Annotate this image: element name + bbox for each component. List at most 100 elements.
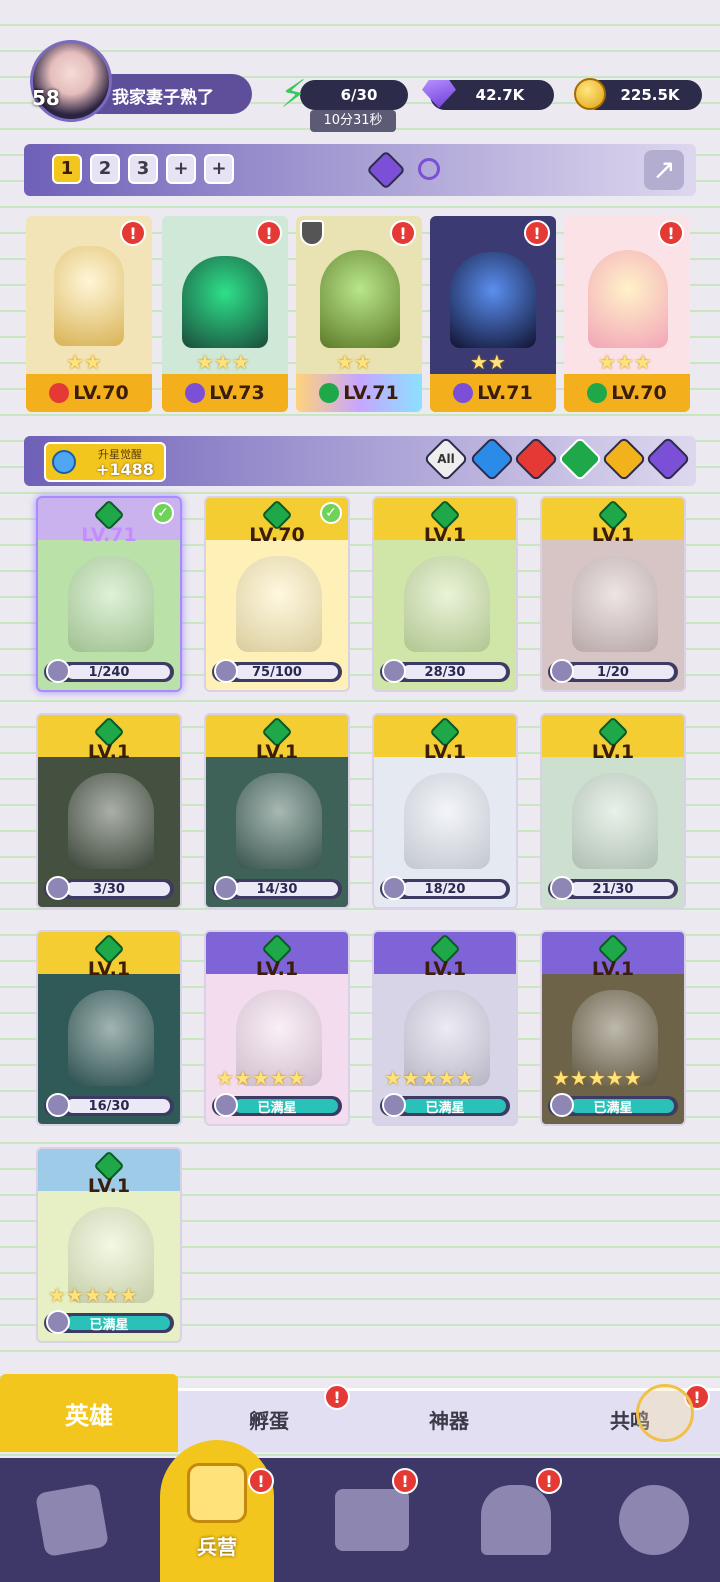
progress-text: 已满星 xyxy=(257,1100,297,1116)
hero-card[interactable]: LV.1 28/30 xyxy=(372,496,518,692)
hero-shard-progress: 16/30 xyxy=(44,1093,174,1117)
hero-stars: ★★★★★ xyxy=(552,1066,642,1090)
upgrade-awaken-button[interactable]: 升星觉醒 +1488 xyxy=(44,442,166,482)
team-hero-level: LV.71 xyxy=(430,374,556,412)
hero-portrait xyxy=(68,773,154,869)
hero-portrait xyxy=(404,773,490,869)
team-tab-1[interactable]: 1 xyxy=(52,154,82,184)
team-hero-card[interactable]: ! ★★ LV.71 xyxy=(430,216,556,412)
hero-portrait xyxy=(320,250,400,348)
gems-counter[interactable]: 42.7K xyxy=(422,80,554,110)
tab-artifacts[interactable]: 神器 xyxy=(360,1388,538,1450)
check-icon: ✓ xyxy=(152,502,174,524)
hero-shard-progress: 已满星 xyxy=(380,1093,510,1117)
shop-icon xyxy=(481,1485,551,1555)
shard-icon xyxy=(46,1093,70,1117)
nav-cards[interactable] xyxy=(0,1458,144,1582)
alert-badge: ! xyxy=(324,1384,350,1410)
hero-portrait xyxy=(572,773,658,869)
share-icon[interactable]: ↗ xyxy=(644,150,684,190)
team-hero-card[interactable]: ! ★★★ LV.70 xyxy=(564,216,690,412)
cards-icon xyxy=(34,1482,110,1558)
alert-badge: ! xyxy=(658,220,684,246)
alert-badge: ! xyxy=(256,220,282,246)
hero-stars: ★★ xyxy=(336,350,372,374)
hero-shard-progress: 1/240 xyxy=(44,659,174,683)
shard-icon xyxy=(214,876,238,900)
hero-portrait xyxy=(236,773,322,869)
progress-text: 3/30 xyxy=(93,881,125,897)
hero-card[interactable]: LV.1 14/30 xyxy=(204,713,350,909)
sparkle-icon xyxy=(636,1384,694,1442)
hero-shard-progress: 21/30 xyxy=(548,876,678,900)
nav-barracks[interactable]: 兵营 xyxy=(160,1440,274,1582)
nav-guild[interactable] xyxy=(588,1458,720,1582)
hero-portrait xyxy=(588,250,668,348)
progress-text: 75/100 xyxy=(252,664,302,680)
energy-bolt-icon: ⚡ xyxy=(280,72,307,116)
hero-level: LV.1 xyxy=(87,741,131,763)
team-hero-level: LV.73 xyxy=(162,374,288,412)
nature-element-icon xyxy=(587,383,608,403)
dark-element-icon xyxy=(453,383,474,403)
hero-card[interactable]: LV.1 3/30 xyxy=(36,713,182,909)
shard-icon xyxy=(214,659,238,683)
hero-card[interactable]: LV.1 ★★★★★ 已满星 xyxy=(540,930,686,1126)
alert-badge: ! xyxy=(390,220,416,246)
team-hero-card[interactable]: ! ★★ LV.71 xyxy=(296,216,422,412)
hero-portrait xyxy=(54,246,124,346)
hero-card[interactable]: LV.1 18/20 xyxy=(372,713,518,909)
hero-portrait xyxy=(182,256,268,348)
progress-text: 1/240 xyxy=(88,664,130,680)
shard-icon xyxy=(550,1093,574,1117)
hero-card[interactable]: LV.1 ★★★★★ 已满星 xyxy=(36,1147,182,1343)
search-icon[interactable] xyxy=(418,158,440,180)
coins-counter[interactable]: 225.5K xyxy=(574,78,702,110)
player-level: 58 xyxy=(32,86,60,110)
hero-level: LV.1 xyxy=(255,958,299,980)
hero-shard-progress: 18/20 xyxy=(380,876,510,900)
hero-card[interactable]: LV.1 1/20 xyxy=(540,496,686,692)
hero-portrait xyxy=(68,990,154,1086)
hero-card[interactable]: LV.1 ★★★★★ 已满星 xyxy=(372,930,518,1126)
shard-icon xyxy=(382,659,406,683)
dark-element-icon xyxy=(185,383,206,403)
hero-shard-progress: 75/100 xyxy=(212,659,342,683)
add-team-button-2[interactable]: + xyxy=(204,154,234,184)
hero-level: LV.1 xyxy=(591,524,635,546)
hero-level: LV.1 xyxy=(591,958,635,980)
progress-text: 1/20 xyxy=(597,664,629,680)
team-tabs-bar xyxy=(24,144,696,196)
team-hero-level: LV.70 xyxy=(26,374,152,412)
hero-portrait xyxy=(450,252,536,348)
nav-book[interactable] xyxy=(300,1458,444,1582)
hero-stars: ★★★★★ xyxy=(216,1066,306,1090)
shield-icon xyxy=(300,220,324,246)
energy-counter[interactable]: ⚡ 6/30 xyxy=(280,74,408,114)
tab-heroes[interactable]: 英雄 xyxy=(0,1374,178,1452)
hero-card[interactable]: LV.1 ★★★★★ 已满星 xyxy=(204,930,350,1126)
hero-card[interactable]: LV.71 ✓ 1/240 xyxy=(36,496,182,692)
progress-text: 已满星 xyxy=(593,1100,633,1116)
alert-badge: ! xyxy=(536,1468,562,1494)
hero-level: LV.1 xyxy=(87,958,131,980)
add-team-button[interactable]: + xyxy=(166,154,196,184)
book-icon xyxy=(335,1489,409,1551)
nav-shop[interactable] xyxy=(444,1458,588,1582)
hero-card[interactable]: LV.1 21/30 xyxy=(540,713,686,909)
hero-stars: ★★★★★ xyxy=(384,1066,474,1090)
progress-text: 已满星 xyxy=(425,1100,465,1116)
alert-badge: ! xyxy=(392,1468,418,1494)
progress-text: 28/30 xyxy=(424,664,466,680)
team-tab-3[interactable]: 3 xyxy=(128,154,158,184)
team-tab-2[interactable]: 2 xyxy=(90,154,120,184)
hero-card[interactable]: LV.1 16/30 xyxy=(36,930,182,1126)
hero-level: LV.70 xyxy=(249,524,305,546)
hero-level: LV.1 xyxy=(87,1175,131,1197)
hero-shard-progress: 已满星 xyxy=(44,1310,174,1334)
hero-card[interactable]: LV.70 ✓ 75/100 xyxy=(204,496,350,692)
hero-shard-progress: 3/30 xyxy=(44,876,174,900)
team-hero-card[interactable]: ! ★★ LV.70 xyxy=(26,216,152,412)
hero-shard-progress: 28/30 xyxy=(380,659,510,683)
team-hero-card[interactable]: ! ★★★ LV.73 xyxy=(162,216,288,412)
